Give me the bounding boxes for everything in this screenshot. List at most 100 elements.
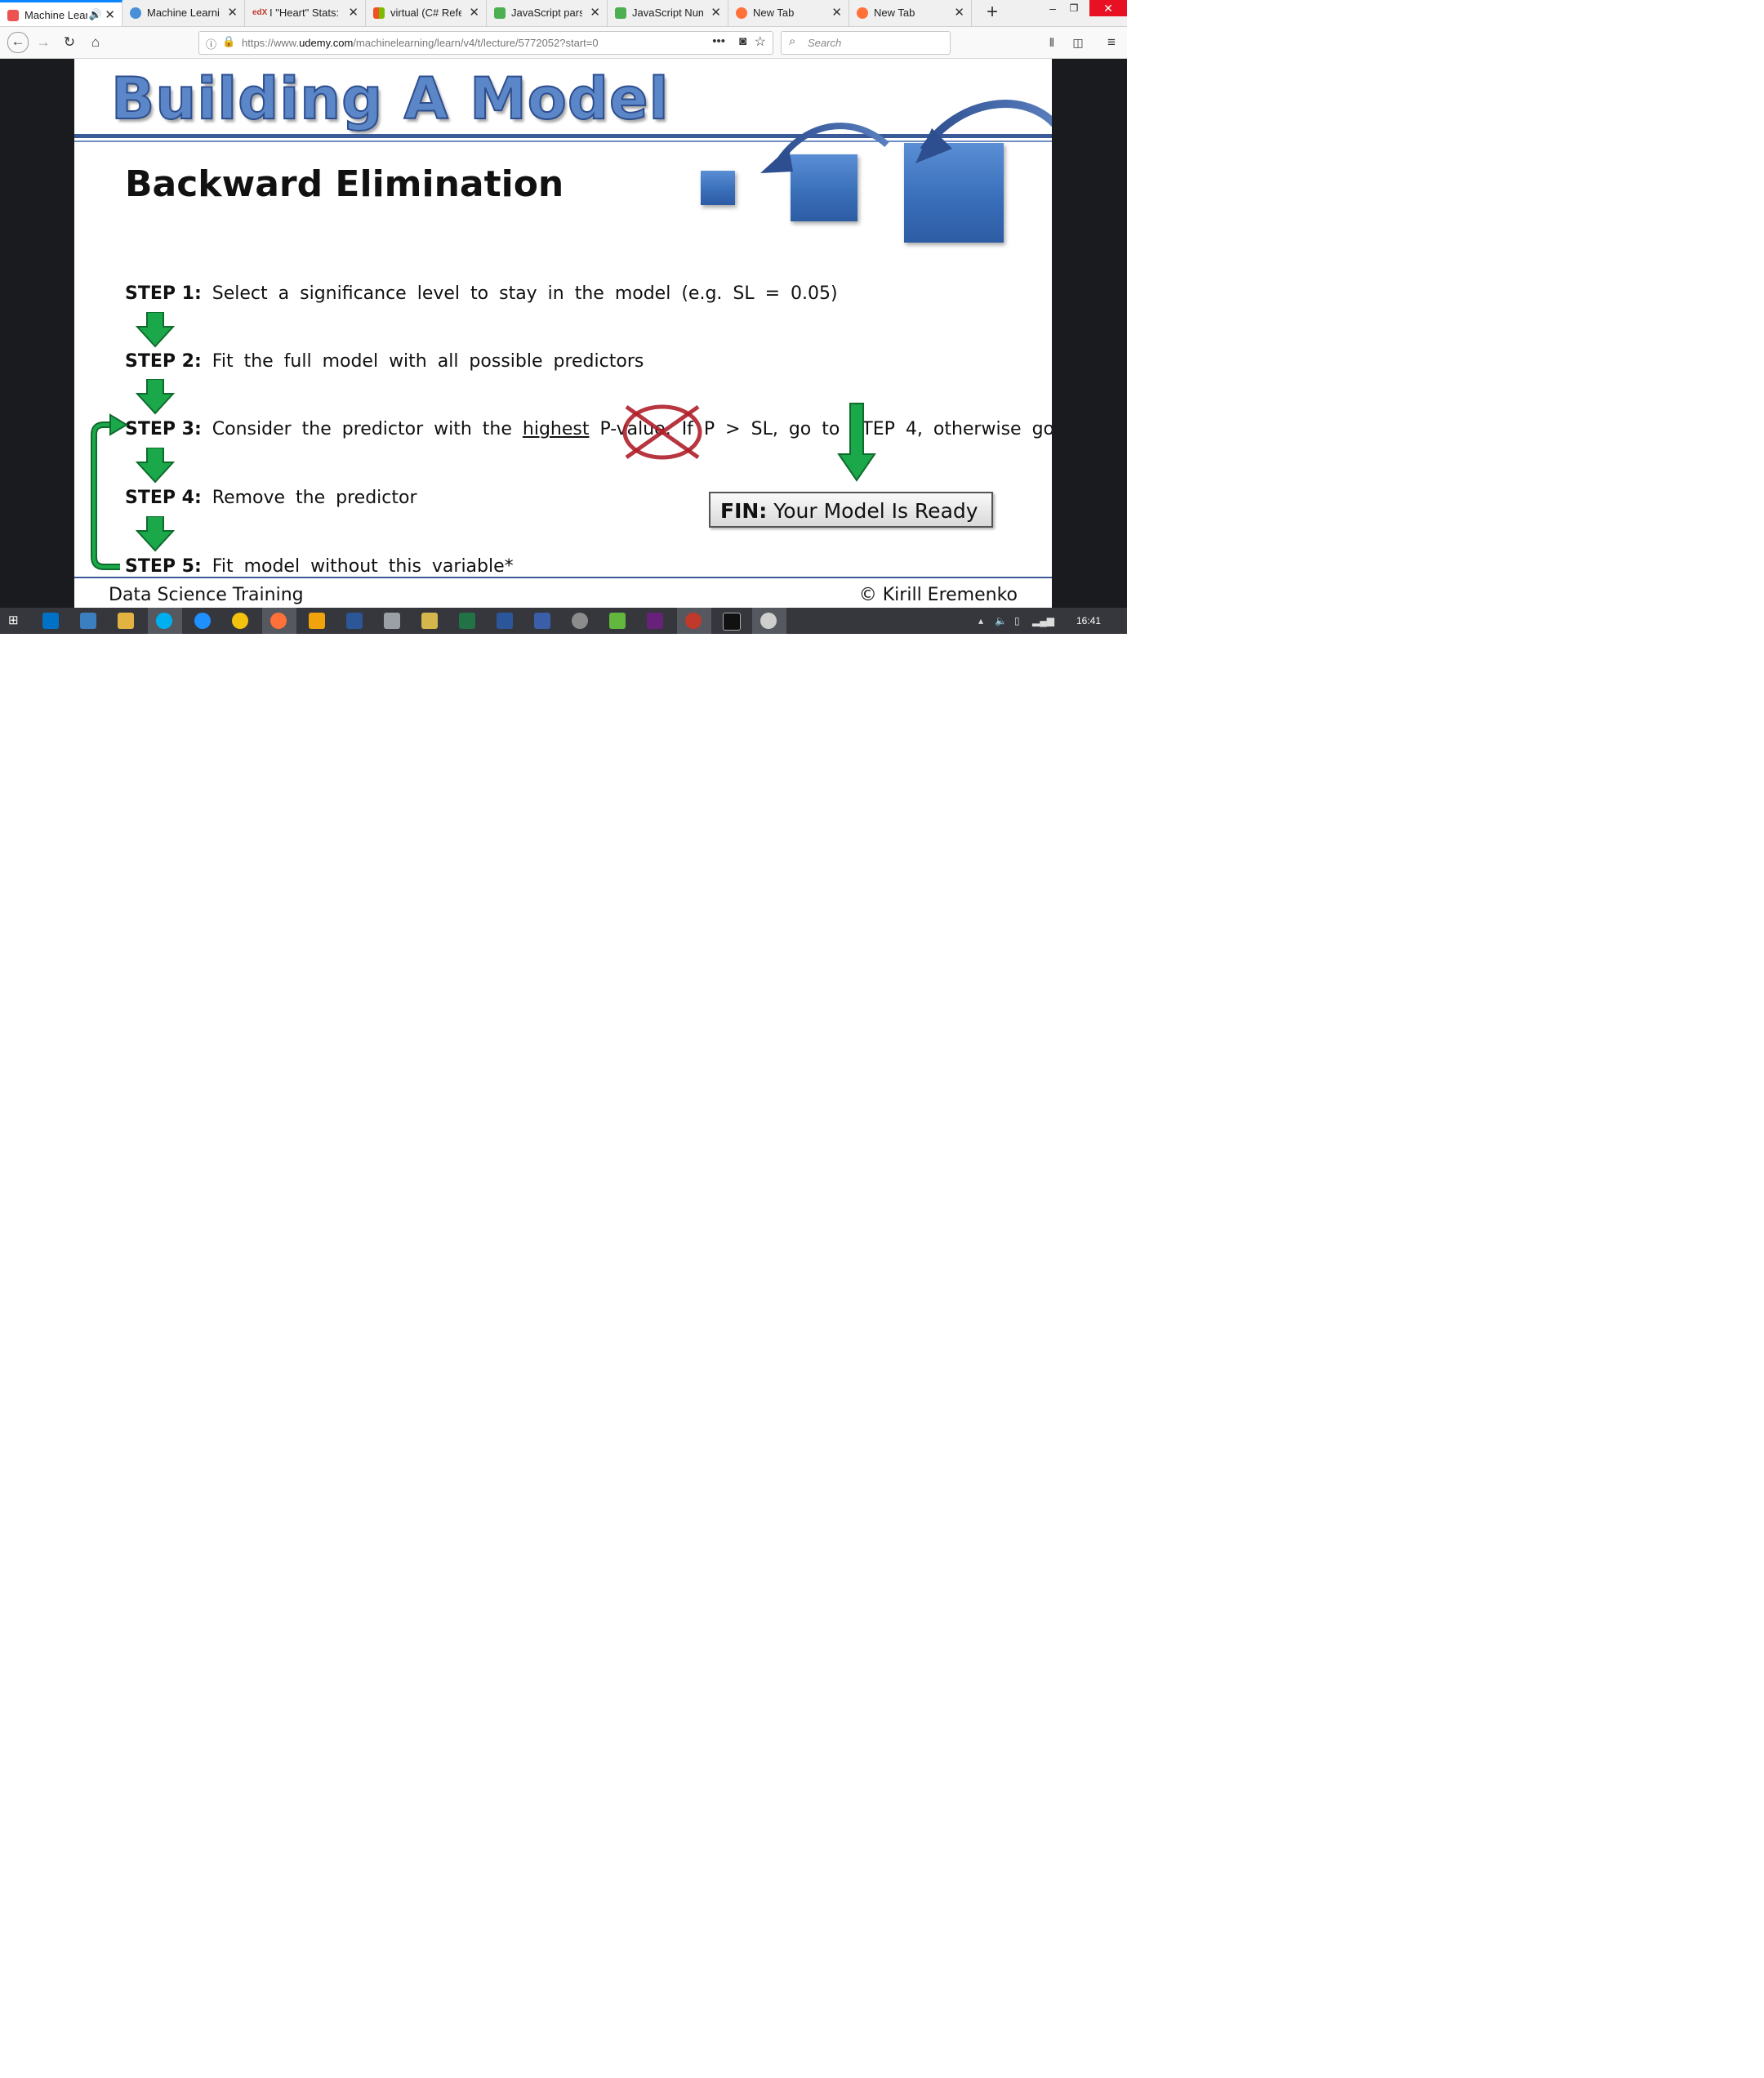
site-favicon-icon xyxy=(130,7,141,19)
tab-title: virtual (C# Refere xyxy=(390,7,461,19)
app-icon[interactable] xyxy=(685,613,702,629)
skype-icon[interactable] xyxy=(156,613,172,629)
menu-icon[interactable]: ≡ xyxy=(1102,33,1120,51)
step-2: STEP 2: Fit the full model with all poss… xyxy=(125,351,644,372)
library-icon[interactable]: ⫴ xyxy=(1043,33,1061,51)
w3schools-favicon-icon xyxy=(615,7,626,19)
outlook-icon[interactable] xyxy=(42,613,59,629)
remote-desktop-icon[interactable] xyxy=(80,613,96,629)
bookmark-star-icon[interactable]: ☆ xyxy=(755,33,766,50)
tab-csharp-reference[interactable]: virtual (C# Refere ✕ xyxy=(366,0,487,26)
new-tab-button[interactable]: + xyxy=(978,0,1006,26)
page-actions-icon[interactable]: ••• xyxy=(712,34,725,48)
restore-button[interactable]: ❐ xyxy=(1055,0,1093,16)
lecture-slide: Building A Model Backward Elimination ST… xyxy=(74,59,1052,608)
step-text: Fit model without this variable* xyxy=(212,556,514,577)
visual-studio-icon[interactable] xyxy=(647,613,663,629)
url-text: https://www.udemy.com/machinelearning/le… xyxy=(242,37,599,49)
volume-icon[interactable]: 🔈 xyxy=(995,615,1007,627)
search-input[interactable]: ⌕ Search xyxy=(781,31,951,55)
down-arrow-icon xyxy=(136,379,175,415)
navigation-toolbar: ← → ↻ ⌂ ⓘ 🔒 https://www.udemy.com/machin… xyxy=(0,27,1127,59)
tab-new-tab-1[interactable]: New Tab ✕ xyxy=(728,0,849,26)
app-icon[interactable] xyxy=(760,613,777,629)
footer-divider xyxy=(74,577,1052,578)
network-icon[interactable]: ▂▄▆ xyxy=(1032,615,1054,627)
tab-machine-learning[interactable]: Machine Learnin ✕ xyxy=(122,0,245,26)
step-text: Select a significance level to stay in t… xyxy=(212,283,838,304)
excel-icon[interactable] xyxy=(459,613,475,629)
url-bar[interactable]: ⓘ 🔒 https://www.udemy.com/machinelearnin… xyxy=(198,31,773,55)
close-tab-icon[interactable]: ✕ xyxy=(831,5,842,20)
file-explorer-icon[interactable] xyxy=(118,613,134,629)
step-text: Fit the full model with all possible pre… xyxy=(212,351,644,372)
step-5: STEP 5: Fit model without this variable* xyxy=(125,556,514,577)
windows-start-icon[interactable]: ⊞ xyxy=(8,613,24,629)
forward-arrow-icon[interactable]: → xyxy=(34,33,52,51)
sublime-text-icon[interactable] xyxy=(309,613,325,629)
fin-down-arrow-icon xyxy=(837,403,876,482)
lock-icon: 🔒 xyxy=(222,35,236,47)
step-label: STEP 5: xyxy=(125,556,202,577)
taskbar: ⊞ ▴ 🔈 ▯ ▂▄▆ 16:41 xyxy=(0,608,1127,634)
tab-edx-stats[interactable]: edX I "Heart" Stats: Le ✕ xyxy=(245,0,366,26)
step-text: Consider the predictor with the xyxy=(212,419,512,439)
command-prompt-icon[interactable] xyxy=(723,613,741,631)
close-tab-icon[interactable]: ✕ xyxy=(227,5,238,20)
udemy-favicon-icon xyxy=(7,10,19,21)
tab-title: New Tab xyxy=(753,7,795,19)
close-tab-icon[interactable]: ✕ xyxy=(469,5,479,20)
reload-icon[interactable]: ↻ xyxy=(60,33,78,51)
tools-icon[interactable] xyxy=(421,613,438,629)
word-icon[interactable] xyxy=(497,613,513,629)
sidebar-icon[interactable]: ◫ xyxy=(1069,33,1087,51)
step-3: STEP 3: Consider the predictor with the … xyxy=(125,419,1052,439)
tab-js-number[interactable]: JavaScript Numb ✕ xyxy=(608,0,728,26)
w3schools-favicon-icon xyxy=(494,7,506,19)
close-tab-icon[interactable]: ✕ xyxy=(710,5,721,20)
home-icon[interactable]: ⌂ xyxy=(87,33,105,51)
step-text-emphasis: highest xyxy=(522,419,590,439)
close-tab-icon[interactable]: ✕ xyxy=(348,5,359,20)
speaker-icon[interactable]: 🔊 xyxy=(89,8,102,21)
app-icon[interactable] xyxy=(534,613,550,629)
shrink-arrows-icon xyxy=(760,100,1052,173)
step-text: Remove the predictor xyxy=(212,488,417,508)
step-label: STEP 2: xyxy=(125,351,202,372)
slide-title: Building A Model xyxy=(110,65,670,133)
tab-title: Machine Learnin xyxy=(147,7,220,19)
loop-back-arrow-icon xyxy=(91,413,128,570)
show-hidden-icons-icon[interactable]: ▴ xyxy=(978,615,983,627)
chrome-icon[interactable] xyxy=(232,613,248,629)
info-icon[interactable]: ⓘ xyxy=(206,36,216,51)
firefox-favicon-icon xyxy=(857,7,868,19)
pocket-icon[interactable]: ◙ xyxy=(739,34,746,48)
tab-js-parsefloat[interactable]: JavaScript parseFl ✕ xyxy=(487,0,608,26)
tab-new-tab-2[interactable]: New Tab ✕ xyxy=(849,0,972,26)
internet-explorer-icon[interactable] xyxy=(194,613,211,629)
down-arrow-icon xyxy=(136,312,175,348)
app-icon[interactable] xyxy=(609,613,626,629)
back-arrow-icon[interactable]: ← xyxy=(7,32,29,53)
app-icon[interactable] xyxy=(572,613,588,629)
footer-right-text: © Kirill Eremenko xyxy=(858,585,1018,605)
tab-title: I "Heart" Stats: Le xyxy=(270,7,341,19)
close-tab-icon[interactable]: ✕ xyxy=(954,5,964,20)
tab-udemy[interactable]: Machine Lear 🔊 ✕ xyxy=(0,0,122,26)
clock[interactable]: 16:41 xyxy=(1076,615,1101,627)
close-window-button[interactable]: ✕ xyxy=(1089,0,1127,16)
tab-title: JavaScript parseFl xyxy=(511,7,582,19)
close-tab-icon[interactable]: ✕ xyxy=(590,5,600,20)
battery-icon[interactable]: ▯ xyxy=(1014,615,1020,627)
cross-out-icon xyxy=(622,404,702,460)
step-4: STEP 4: Remove the predictor xyxy=(125,488,417,508)
sql-server-icon[interactable] xyxy=(346,613,363,629)
close-tab-icon[interactable]: ✕ xyxy=(105,7,115,22)
tab-strip: Machine Lear 🔊 ✕ Machine Learnin ✕ edX I… xyxy=(0,0,1127,27)
tab-title: Machine Lear xyxy=(24,9,87,21)
fin-text: FIN: Your Model Is Ready xyxy=(720,499,978,523)
edx-favicon-icon: edX xyxy=(252,8,268,17)
search-icon: ⌕ xyxy=(789,34,796,48)
printer-icon[interactable] xyxy=(384,613,400,629)
firefox-icon[interactable] xyxy=(270,613,287,629)
